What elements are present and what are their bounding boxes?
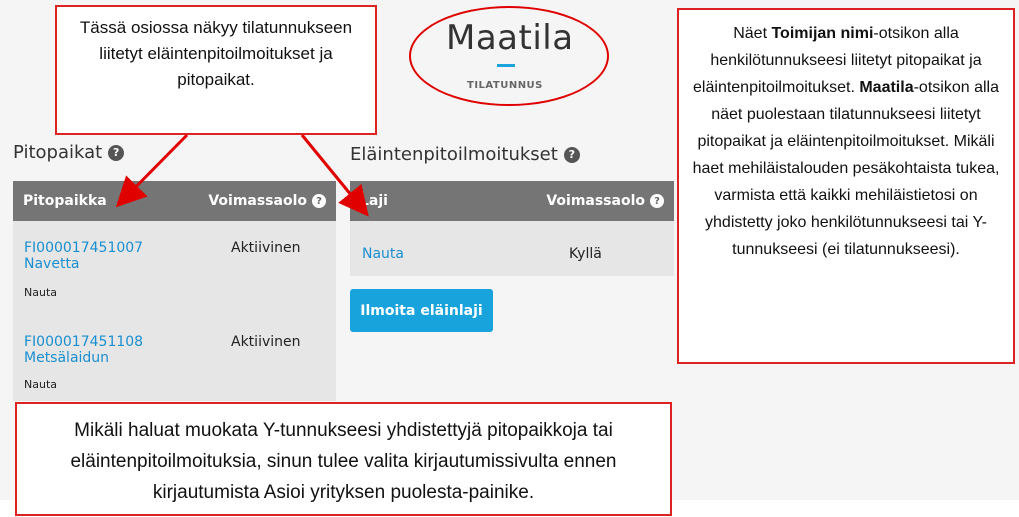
- column-header-voimassaolo-wrap: Voimassaolo ?: [208, 193, 326, 209]
- column-header-pitopaikka: Pitopaikka: [23, 193, 107, 209]
- ilmoita-elainlaji-button[interactable]: Ilmoita eläinlaji: [350, 289, 493, 332]
- callout-top-left: Tässä osiossa näkyy tilatunnukseen liite…: [55, 5, 377, 135]
- highlight-ellipse: [409, 6, 609, 106]
- help-icon[interactable]: ?: [563, 146, 580, 163]
- callout-right: Näet Toimijan nimi-otsikon alla henkilöt…: [677, 8, 1015, 364]
- pitopaikka-species: Nauta: [24, 378, 57, 391]
- callout-right-bold-2: Maatila: [859, 79, 914, 96]
- callout-right-text-3: -otsikon alla näet puolestaan tilatunnuk…: [692, 79, 1000, 258]
- pitopaikat-table-header: Pitopaikka Voimassaolo ?: [13, 181, 336, 221]
- laji-link[interactable]: Nauta: [362, 246, 404, 262]
- help-icon[interactable]: ?: [108, 144, 125, 161]
- pitopaikka-name-link[interactable]: Navetta: [24, 256, 80, 272]
- callout-right-text-1: Näet: [733, 25, 772, 42]
- column-header-voimassaolo-wrap: Voimassaolo ?: [546, 193, 664, 209]
- pitopaikka-species: Nauta: [24, 286, 57, 299]
- ilmoitukset-title: Eläintenpitoilmoitukset: [350, 144, 558, 165]
- pitopaikat-section-title: Pitopaikat ?: [13, 142, 125, 163]
- help-icon[interactable]: ?: [312, 194, 326, 208]
- column-header-voimassaolo: Voimassaolo: [208, 193, 307, 209]
- pitopaikka-status: Aktiivinen: [231, 240, 301, 256]
- laji-voimassaolo: Kyllä: [569, 246, 602, 262]
- pitopaikka-status: Aktiivinen: [231, 334, 301, 350]
- callout-bottom: Mikäli haluat muokata Y-tunnukseesi yhdi…: [15, 402, 672, 516]
- pitopaikka-name-link[interactable]: Metsälaidun: [24, 350, 109, 366]
- column-header-laji: Laji: [360, 193, 388, 209]
- pitopaikka-id-link[interactable]: FI000017451108: [24, 334, 143, 350]
- ilmoitukset-table-header: Laji Voimassaolo ?: [350, 181, 674, 221]
- ilmoitukset-section-title: Eläintenpitoilmoitukset ?: [350, 144, 580, 165]
- help-icon[interactable]: ?: [650, 194, 664, 208]
- callout-right-bold-1: Toimijan nimi: [771, 25, 874, 42]
- pitopaikka-id-link[interactable]: FI000017451007: [24, 240, 143, 256]
- column-header-voimassaolo: Voimassaolo: [546, 193, 645, 209]
- pitopaikat-title: Pitopaikat: [13, 142, 103, 163]
